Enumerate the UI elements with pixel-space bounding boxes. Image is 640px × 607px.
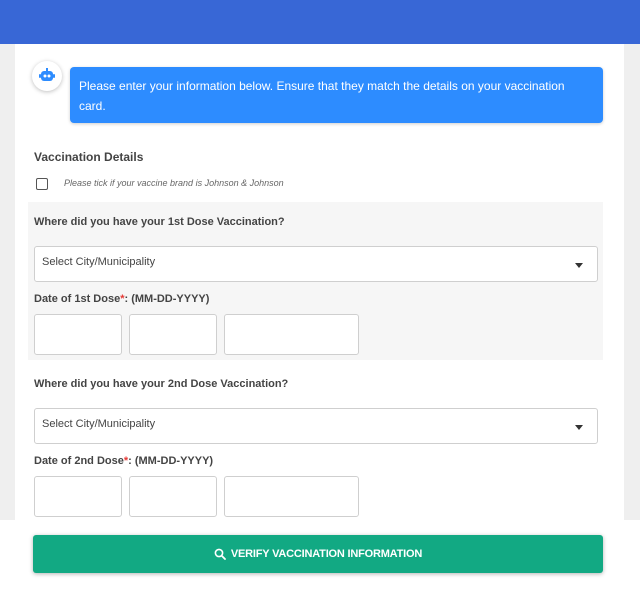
dose2-date-label: Date of 2nd Dose*: (MM-DD-YYYY) [34,455,214,467]
dose1-year-input[interactable] [224,314,359,355]
bot-avatar [32,61,62,91]
dose1-city-select[interactable]: Select City/Municipality [34,246,598,282]
dose1-question: Where did you have your 1st Dose Vaccina… [34,216,285,228]
robot-icon [39,68,55,81]
dose2-month-input[interactable] [34,476,122,517]
verify-button-label: VERIFY VACCINATION INFORMATION [230,548,423,560]
chevron-down-icon [575,425,583,430]
dose1-month-input[interactable] [34,314,122,355]
dose1-city-select-value: Select City/Municipality [42,256,156,268]
header-bar [0,0,640,44]
dose2-year-input[interactable] [224,476,359,517]
dose2-question: Where did you have your 2nd Dose Vaccina… [34,378,289,390]
dose1-day-input[interactable] [129,314,217,355]
johnson-checkbox-label: Please tick if your vaccine brand is Joh… [64,178,284,188]
dose2-city-select[interactable]: Select City/Municipality [34,408,598,444]
chat-message-bubble: Please enter your information below. Ens… [70,67,603,123]
search-icon [214,548,226,560]
dose2-city-select-value: Select City/Municipality [42,418,156,430]
johnson-checkbox[interactable] [36,178,48,190]
verify-button[interactable]: VERIFY VACCINATION INFORMATION [33,535,603,573]
dose1-date-label: Date of 1st Dose*: (MM-DD-YYYY) [34,293,210,305]
vaccination-details-title: Vaccination Details [34,150,144,164]
chevron-down-icon [575,263,583,268]
dose2-day-input[interactable] [129,476,217,517]
